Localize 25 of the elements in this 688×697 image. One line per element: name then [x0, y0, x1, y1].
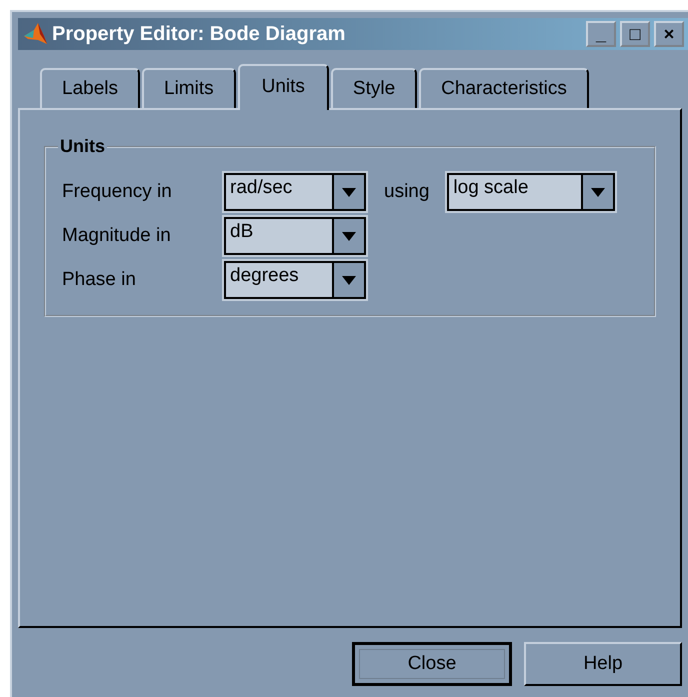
dropdown[interactable]: log scale — [447, 173, 616, 211]
caret-icon — [342, 188, 356, 196]
maximize-button[interactable]: □ — [620, 21, 650, 47]
help-button[interactable]: Help — [524, 642, 682, 686]
close-button[interactable]: Close — [352, 642, 512, 686]
caret-icon — [342, 276, 356, 284]
close-button[interactable]: × — [654, 21, 684, 47]
field-label: Frequency in — [62, 181, 173, 203]
field-label: using — [384, 181, 430, 203]
dropdown[interactable]: dB — [224, 217, 366, 255]
field-label: Phase in — [62, 269, 137, 291]
field-label: Magnitude in — [62, 225, 172, 247]
tab[interactable]: Units — [238, 64, 329, 110]
group-title: Units — [59, 136, 106, 157]
dropdown[interactable]: degrees — [224, 261, 366, 299]
caret-icon — [342, 232, 356, 240]
tab[interactable]: Characteristics — [419, 68, 589, 108]
minimize-button[interactable]: _ — [586, 21, 616, 47]
tab[interactable]: Style — [330, 68, 418, 108]
tab[interactable]: Labels — [40, 68, 140, 108]
caret-icon — [591, 188, 606, 196]
app-logo-icon — [22, 22, 48, 46]
window-title: Property Editor: Bode Diagram — [52, 22, 346, 46]
tab[interactable]: Limits — [142, 68, 236, 108]
dropdown[interactable]: rad/sec — [224, 173, 366, 211]
